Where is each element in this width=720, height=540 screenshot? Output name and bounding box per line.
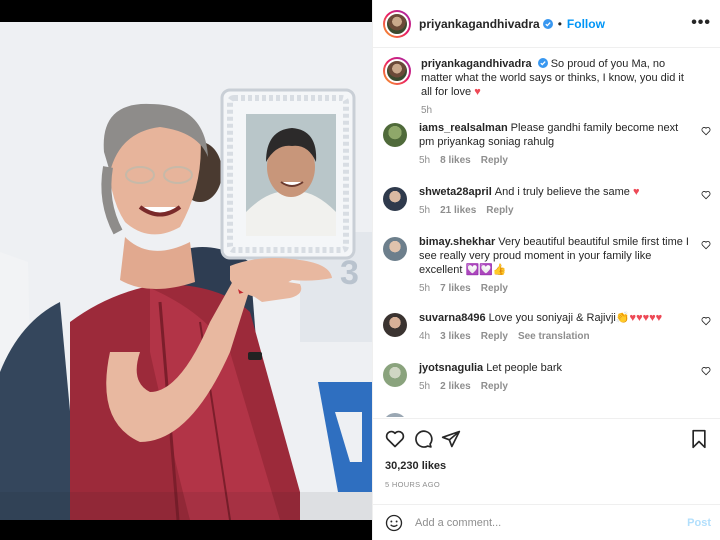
post-comment-button[interactable]: Post <box>687 517 711 529</box>
commenter-avatar[interactable] <box>383 313 407 337</box>
comment-likes[interactable]: 8 likes <box>440 155 471 166</box>
comment-likes[interactable]: 3 likes <box>440 331 471 342</box>
heart-icon[interactable] <box>701 366 711 376</box>
comment-text: Love you soniyaji & Rajivji <box>488 312 616 324</box>
author-avatar[interactable] <box>383 9 411 38</box>
comment-input[interactable] <box>415 516 665 529</box>
add-comment-bar: Post <box>373 504 720 540</box>
comment-username[interactable]: bimay.shekhar <box>419 236 495 248</box>
post-media: 3 <box>0 0 372 540</box>
comment-icon[interactable] <box>413 429 433 449</box>
reply-button[interactable]: Reply <box>481 331 508 342</box>
comment-username[interactable]: shweta28april <box>419 186 492 198</box>
comment-item: suvarna8496 Love you soniyaji & Rajivji👏♥… <box>383 311 713 342</box>
comment-item-partial <box>383 411 713 417</box>
likes-count[interactable]: 30,230 likes <box>385 460 446 472</box>
post-age: 5 HOURS AGO <box>385 480 440 489</box>
comments-list[interactable]: priyankagandhivadra So proud of you Ma, … <box>373 49 720 417</box>
comment-emoji: 💟💟👍 <box>465 264 507 276</box>
post-photo[interactable]: 3 <box>0 22 372 520</box>
commenter-avatar[interactable] <box>383 237 407 261</box>
caption: priyankagandhivadra So proud of you Ma, … <box>383 57 713 116</box>
heart-icon[interactable] <box>701 316 711 326</box>
comment-username[interactable]: jyotsnagulia <box>419 362 483 374</box>
header-separator: • <box>557 16 562 31</box>
commenter-avatar[interactable] <box>383 187 407 211</box>
comment-time: 5h <box>419 205 431 216</box>
caption-username[interactable]: priyankagandhivadra <box>421 58 532 70</box>
instagram-post: 3 priyankagandhivadra • Follow ••• priya… <box>0 0 720 540</box>
caption-time: 5h <box>421 105 433 116</box>
svg-text:3: 3 <box>340 254 359 292</box>
heart-icon[interactable] <box>701 190 711 200</box>
bookmark-icon[interactable] <box>689 429 709 449</box>
emoji-icon[interactable] <box>385 514 403 532</box>
heart-icon[interactable] <box>701 240 711 250</box>
author-username[interactable]: priyankagandhivadra <box>419 17 540 31</box>
comment-username[interactable]: suvarna8496 <box>419 312 486 324</box>
comment-item: shweta28april And i truly believe the sam… <box>383 185 713 216</box>
heart-icon[interactable] <box>385 429 405 449</box>
reply-button[interactable]: Reply <box>486 205 513 216</box>
comment-time: 4h <box>419 331 431 342</box>
commenter-avatar[interactable] <box>383 363 407 387</box>
caption-avatar[interactable] <box>383 57 411 85</box>
commenter-avatar[interactable] <box>383 413 407 417</box>
verified-badge-icon <box>537 58 548 68</box>
reply-button[interactable]: Reply <box>481 283 508 294</box>
share-icon[interactable] <box>441 429 461 449</box>
action-bar <box>373 418 720 458</box>
follow-button[interactable]: Follow <box>567 17 605 31</box>
comment-item: bimay.shekhar Very beautiful beautiful sm… <box>383 235 713 294</box>
comment-time: 5h <box>419 381 431 392</box>
comment-text: And i truly believe the same <box>494 186 630 198</box>
comment-time: 5h <box>419 283 431 294</box>
comment-text: Let people bark <box>486 362 563 374</box>
heart-icon[interactable] <box>701 126 711 136</box>
post-header: priyankagandhivadra • Follow ••• <box>373 0 720 48</box>
commenter-avatar[interactable] <box>383 123 407 147</box>
comment-emoji: 👏♥♥♥♥♥ <box>615 312 663 324</box>
comment-item: jyotsnagulia Let people bark 5h 2 likes R… <box>383 361 713 392</box>
photo-illustration: 3 <box>0 22 372 520</box>
comment-item: iams_realsalman Please gandhi family beco… <box>383 121 713 166</box>
comment-username[interactable]: iams_realsalman <box>419 122 508 134</box>
comment-emoji: ♥ <box>632 186 640 198</box>
reply-button[interactable]: Reply <box>481 155 508 166</box>
verified-badge-icon <box>542 18 553 29</box>
post-side-panel: priyankagandhivadra • Follow ••• priyank… <box>372 0 720 540</box>
comment-time: 5h <box>419 155 431 166</box>
more-icon[interactable]: ••• <box>691 14 711 32</box>
caption-emoji: ♥ <box>474 86 481 98</box>
reply-button[interactable]: Reply <box>481 381 508 392</box>
comment-likes[interactable]: 7 likes <box>440 283 471 294</box>
see-translation-button[interactable]: See translation <box>518 331 590 342</box>
comment-likes[interactable]: 21 likes <box>440 205 476 216</box>
comment-likes[interactable]: 2 likes <box>440 381 471 392</box>
